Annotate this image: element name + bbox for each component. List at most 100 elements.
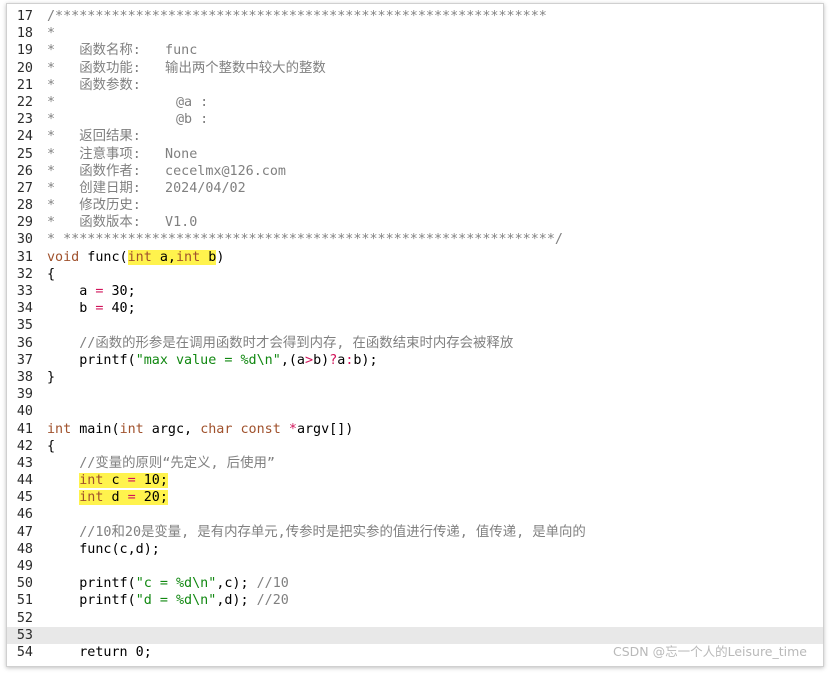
code-keyword: int [176,249,201,265]
code-token: return [47,644,128,660]
code-token: 30; [103,284,136,299]
code-keyword: int [79,490,104,506]
code-comment: * [47,26,56,42]
code-comment: * 注意事项: None [47,146,198,162]
code-line[interactable]: 35 [7,317,823,334]
code-line[interactable]: 20 * 函数功能: 输出两个整数中较大的整数 [7,60,823,77]
code-text: * @a : [47,94,208,111]
line-number: 31 [16,249,33,265]
code-line[interactable]: 26 * 函数作者: cecelmx@126.com [7,163,823,180]
line-number: 20 [16,60,33,76]
line-number: 38 [16,369,33,385]
code-line[interactable]: 23 * @b : [7,111,823,128]
line-number: 26 [16,163,33,179]
code-line[interactable]: 28 * 修改历史: [7,197,823,214]
code-line[interactable]: 41 int main(int argc, char const *argv[]) [7,421,823,438]
code-line[interactable]: 42 { [7,438,823,455]
line-number: 19 [16,43,33,59]
code-comment: * @a : [47,94,209,110]
code-comment: * @b : [47,112,209,128]
line-number: 45 [16,490,33,506]
code-line[interactable]: 32 { [7,266,823,283]
code-token: 0; [127,644,152,660]
line-number: 27 [16,180,33,196]
code-line[interactable]: 37 printf("max value = %d\n",(a>b)?a:b); [7,352,823,369]
code-operator: = [127,473,136,489]
code-string: "c = %d\n" [135,576,217,592]
code-text: printf("max value = %d\n",(a>b)?a:b); [47,352,377,369]
code-operator: = [127,490,136,506]
code-text: /***************************************… [47,8,547,25]
code-token: printf( [47,576,136,592]
code-line[interactable]: 43 //变量的原则“先定义, 后使用” [7,455,823,472]
line-number: 29 [16,215,33,231]
line-number: 30 [16,232,33,248]
code-comment: * 函数功能: 输出两个整数中较大的整数 [47,60,326,76]
code-keyword: int [127,249,152,265]
code-line[interactable]: 34 b = 40; [7,300,823,317]
code-line[interactable]: 21 * 函数参数: [7,77,823,94]
code-token: } [47,369,56,385]
code-text: printf("c = %d\n",c); //10 [47,575,289,592]
line-number: 53 [16,627,33,643]
line-number: 23 [16,112,33,128]
code-keyword: int [47,421,72,437]
code-line[interactable]: 51 printf("d = %d\n",d); //20 [7,592,823,609]
code-token: b [47,301,96,317]
code-line[interactable]: 45 int d = 20; [7,489,823,506]
code-line[interactable]: 50 printf("c = %d\n",c); //10 [7,575,823,592]
code-line[interactable]: 39 [7,386,823,403]
line-number: 39 [16,387,33,403]
code-line[interactable]: 46 [7,506,823,523]
code-operator: * [288,421,297,437]
code-text: * [47,25,55,42]
code-string: "d = %d\n" [135,593,217,609]
code-line[interactable]: 31 void func(int a,int b) [7,249,823,266]
code-comment: /***************************************… [47,9,547,24]
code-text: * **************************************… [47,231,563,248]
code-line[interactable]: 49 [7,558,823,575]
code-text: } [47,369,55,386]
code-line[interactable]: 40 [7,403,823,420]
code-line[interactable]: 29 * 函数版本: V1.0 [7,214,823,231]
code-line[interactable]: 27 * 创建日期: 2024/04/02 [7,180,823,197]
code-line[interactable]: 25 * 注意事项: None [7,146,823,163]
code-keyword: int [119,421,144,437]
code-comment: //变量的原则“先定义, 后使用” [47,455,275,471]
code-line[interactable]: 44 int c = 10; [7,472,823,489]
code-line[interactable]: 22 * @a : [7,94,823,111]
line-number: 34 [16,301,33,317]
code-token: main( [71,421,120,437]
code-token: printf( [47,593,136,609]
code-token: printf( [47,352,136,368]
code-line[interactable]: 17 /*************************************… [7,8,823,25]
code-text: * 函数参数: [47,77,141,94]
line-number: 37 [16,352,33,368]
code-text: //变量的原则“先定义, 后使用” [47,455,275,472]
code-line[interactable]: 52 [7,610,823,627]
code-text: * 创建日期: 2024/04/02 [47,180,246,197]
code-line[interactable]: 30 * ************************************… [7,231,823,248]
code-line[interactable]: 18 * [7,25,823,42]
code-line[interactable]: 48 func(c,d); [7,541,823,558]
code-line[interactable]: 36 //函数的形参是在调用函数时才会得到内存, 在函数结束时内存会被释放 [7,335,823,352]
code-line[interactable]: 33 a = 30; [7,283,823,300]
code-line[interactable]: 24 * 返回结果: [7,128,823,145]
code-text: //10和20是变量, 是有内存单元,传参时是把实参的值进行传递, 值传递, 是… [47,524,586,541]
code-line[interactable]: 19 * 函数名称: func [7,42,823,59]
code-token: ) [216,249,225,265]
code-string: "max value = %d\n" [135,352,281,368]
line-number: 25 [16,146,33,162]
line-number: 17 [16,9,33,24]
code-text: b = 40; [47,300,135,317]
code-line[interactable]: 38} [7,369,823,386]
code-text: func(c,d); [47,541,160,558]
code-token: func( [79,249,128,265]
code-comment: * 创建日期: 2024/04/02 [47,180,246,196]
code-line[interactable]: 47 //10和20是变量, 是有内存单元,传参时是把实参的值进行传递, 值传递… [7,524,823,541]
line-number: 41 [16,421,33,437]
code-editor: 17 /*************************************… [7,8,823,661]
line-number: 24 [16,129,33,145]
